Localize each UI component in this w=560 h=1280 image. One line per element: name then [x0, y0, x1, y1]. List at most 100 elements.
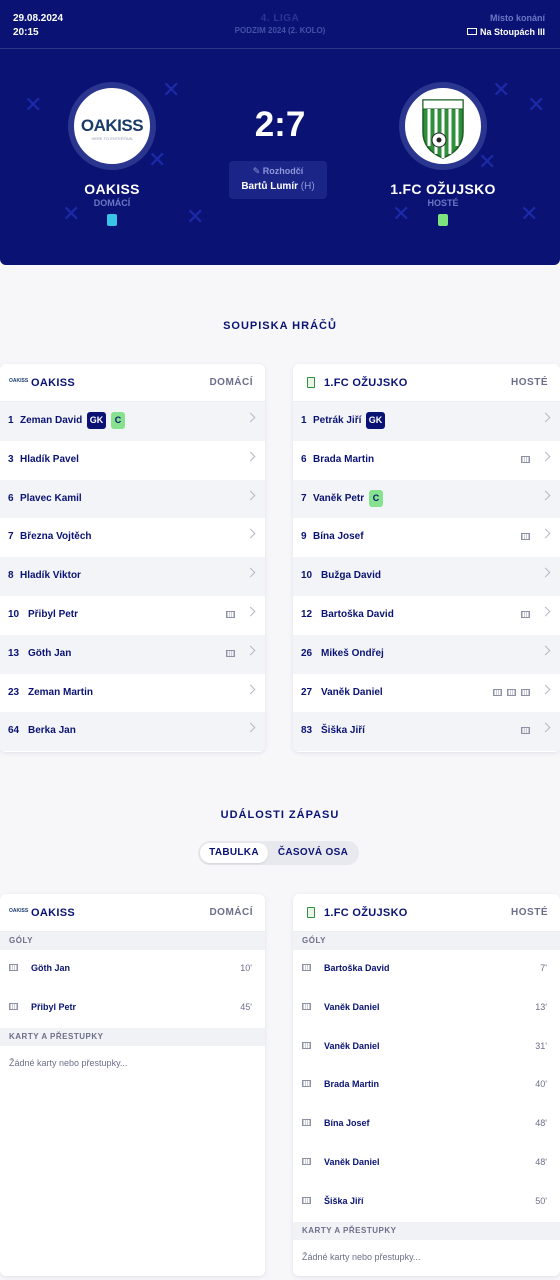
chevron-right-icon [245, 645, 256, 656]
player-row[interactable]: 7 Vaněk Petr C [293, 479, 560, 519]
goal-icon [9, 1002, 18, 1010]
player-number: 9 [301, 531, 307, 543]
player-row[interactable]: 12 Bartoška David [293, 596, 560, 635]
player-number: 8 [8, 570, 14, 582]
goal-event-row: Vaněk Daniel 13' [293, 989, 560, 1028]
home-mini-logo: OAKISS [9, 908, 29, 914]
away-lineup-header: 1.FC OŽUJSKO HOSTÉ [293, 364, 560, 402]
goal-icon [521, 455, 530, 463]
player-number: 83 [301, 725, 313, 737]
away-events-role: HOSTÉ [511, 907, 548, 918]
player-number: 7 [301, 492, 307, 504]
goal-minute: 10' [240, 963, 252, 973]
player-row[interactable]: 6 Brada Martin [293, 441, 560, 480]
goal-event-row: Vaněk Daniel 31' [293, 1028, 560, 1067]
away-events-team-name: 1.FC OŽUJSKO [324, 907, 408, 919]
chevron-right-icon [245, 606, 256, 617]
goal-icon [521, 727, 530, 735]
chevron-right-icon [540, 412, 551, 423]
chevron-right-icon [540, 722, 551, 733]
away-events-card: 1.FC OŽUJSKO HOSTÉ GÓLY Bartoška David 7'… [293, 894, 560, 1276]
player-name: Mikeš Ondřej [321, 647, 384, 659]
home-goals-list: Göth Jan 10' Přibyl Petr 45' [0, 950, 265, 1028]
chevron-right-icon [245, 567, 256, 578]
home-team-role: DOMÁCÍ [93, 198, 131, 208]
goal-icon [302, 1196, 311, 1204]
player-row[interactable]: 1 Zeman David GK C [0, 402, 265, 441]
player-name: Bartoška David [321, 608, 394, 620]
goal-minute: 7' [540, 963, 547, 973]
home-goals-heading: GÓLY [0, 932, 265, 950]
player-row[interactable]: 13 Göth Jan [0, 634, 265, 674]
player-number: 6 [301, 453, 307, 465]
goal-icon [226, 610, 235, 618]
chevron-right-icon [245, 684, 256, 695]
player-row[interactable]: 23 Zeman Martin [0, 674, 265, 713]
player-name: Bužga David [321, 570, 382, 582]
player-name: Zeman Martin [28, 686, 94, 698]
player-name: Petrák Jiří [313, 415, 362, 426]
scorer-name: Brada Martin [324, 1079, 380, 1090]
home-cards-heading: KARTY A PŘESTUPKY [0, 1027, 265, 1046]
goal-icon [302, 1157, 311, 1165]
goal-event-row: Göth Jan 10' [0, 950, 265, 989]
player-row[interactable]: 64 Berka Jan [0, 712, 265, 752]
away-team-role: HOSTÉ [427, 198, 459, 208]
decor-x-icon: ✕ [492, 78, 511, 103]
player-row[interactable]: 8 Hladík Viktor [0, 557, 265, 596]
player-row[interactable]: 3 Hladík Pavel [0, 441, 265, 480]
player-number: 10 [8, 608, 20, 620]
player-row[interactable]: 26 Mikeš Ondřej [293, 634, 560, 674]
scorer-name: Vaněk Daniel [324, 1040, 380, 1051]
venue[interactable]: Na Stoupách III [466, 27, 545, 37]
home-lineup-card: OAKISS OAKISS DOMÁCÍ 1 Zeman David GK C 3 Hla… [0, 364, 265, 752]
player-number: 26 [301, 647, 313, 659]
home-jersey-icon [107, 214, 117, 226]
scorer-name: Göth Jan [31, 963, 71, 973]
home-lineup-role: DOMÁCÍ [209, 377, 253, 388]
home-team-name[interactable]: OAKISS [12, 181, 212, 197]
away-jersey-icon [438, 214, 448, 226]
player-number: 6 [8, 492, 14, 504]
match-score: 2:7 [254, 105, 306, 144]
away-lineup-role: HOSTÉ [511, 377, 548, 388]
player-number: 3 [8, 453, 14, 465]
goal-event-row: Vaněk Daniel 48' [293, 1144, 560, 1183]
player-row[interactable]: 83 Šiška Jiří [293, 712, 560, 752]
chevron-right-icon [540, 567, 551, 578]
tab-timeline[interactable]: ČASOVÁ OSA [270, 843, 356, 863]
player-number: 27 [301, 686, 313, 698]
goal-icon [302, 1041, 311, 1049]
goal-minute: 40' [535, 1079, 547, 1090]
player-row[interactable]: 1 Petrák Jiří GK [293, 402, 560, 441]
scorer-name: Přibyl Petr [31, 1001, 77, 1012]
player-row[interactable]: 27 Vaněk Daniel [293, 674, 560, 713]
home-events-header: OAKISS OAKISS DOMÁCÍ [0, 894, 265, 932]
player-number: 64 [8, 725, 20, 737]
decor-x-icon: ✕ [148, 148, 167, 173]
player-name: Vaněk Daniel [321, 686, 383, 698]
player-name: Vaněk Petr [313, 492, 365, 504]
home-lineup-team-name: OAKISS [31, 377, 75, 389]
player-name: Bína Josef [313, 531, 364, 543]
goal-minute: 48' [535, 1156, 547, 1167]
chevron-right-icon [245, 451, 256, 462]
player-row[interactable]: 6 Plavec Kamil [0, 479, 265, 519]
away-mini-logo [307, 377, 315, 388]
chevron-right-icon [540, 645, 551, 656]
chevron-right-icon [245, 490, 256, 501]
player-row[interactable]: 7 Března Vojtěch [0, 518, 265, 557]
scorer-name: Vaněk Daniel [324, 1001, 380, 1012]
goal-event-row: Šiška Jiří 50' [293, 1183, 560, 1222]
goal-minute: 31' [535, 1040, 547, 1051]
chevron-right-icon [540, 606, 551, 617]
player-row[interactable]: 9 Bína Josef [293, 518, 560, 557]
player-row[interactable]: 10 Přibyl Petr [0, 596, 265, 635]
home-events-card: OAKISS OAKISS DOMÁCÍ GÓLY Göth Jan 10' Při… [0, 894, 265, 1276]
chevron-right-icon [540, 451, 551, 462]
goal-event-row: Brada Martin 40' [293, 1066, 560, 1105]
goal-event-row: Bartoška David 7' [293, 950, 560, 989]
player-row[interactable]: 10 Bužga David [293, 557, 560, 596]
tab-table[interactable]: TABULKA [200, 843, 268, 863]
away-team-name[interactable]: 1.FC OŽUJSKO [343, 181, 543, 197]
